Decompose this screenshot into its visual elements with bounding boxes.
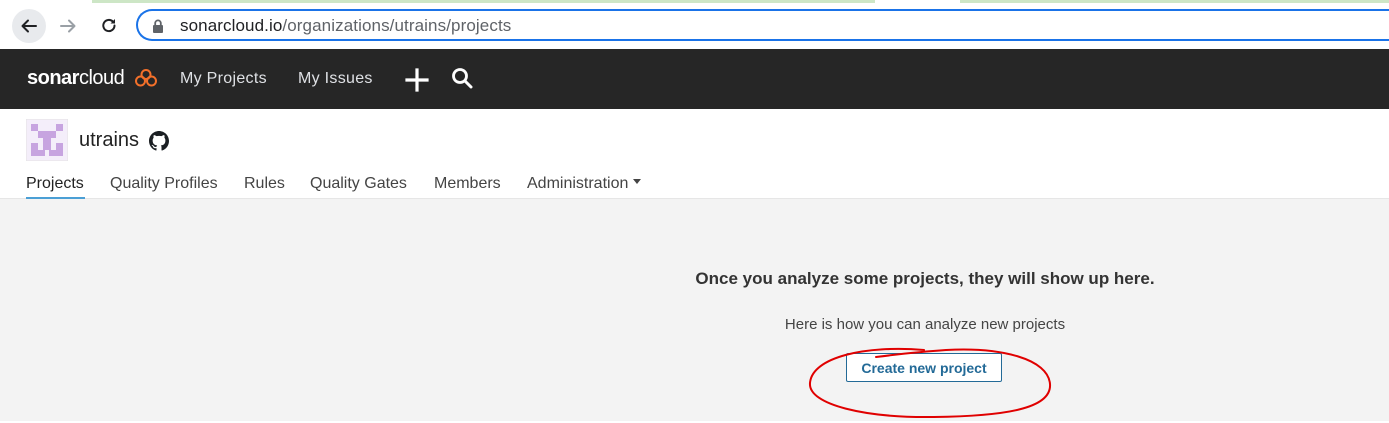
url-host: sonarcloud.io <box>180 16 283 35</box>
address-bar[interactable]: sonarcloud.io/organizations/utrains/proj… <box>136 9 1389 41</box>
reload-button[interactable] <box>92 9 126 43</box>
url-text: sonarcloud.io/organizations/utrains/proj… <box>180 16 511 36</box>
url-path: /organizations/utrains/projects <box>282 16 512 35</box>
empty-state-subtitle: Here is how you can analyze new projects <box>784 316 1066 333</box>
reload-icon <box>102 18 116 33</box>
organization-avatar <box>26 119 68 161</box>
tab-quality-profiles[interactable]: Quality Profiles <box>110 175 218 193</box>
search-icon[interactable] <box>451 67 473 89</box>
caret-down-icon <box>633 179 642 185</box>
arrow-right-icon <box>60 19 76 33</box>
logo-text-bold: sonar <box>27 67 79 89</box>
plus-icon[interactable] <box>405 68 429 92</box>
sonarcloud-cloud-icon <box>135 69 157 87</box>
tab-quality-gates[interactable]: Quality Gates <box>310 175 407 193</box>
organization-header: utrains Projects Quality Profiles Rules … <box>0 109 1389 200</box>
nav-my-projects[interactable]: My Projects <box>180 70 267 88</box>
browser-toolbar: sonarcloud.io/organizations/utrains/proj… <box>0 0 1389 49</box>
tab-members[interactable]: Members <box>434 175 501 193</box>
back-button[interactable] <box>12 9 46 43</box>
tab-rules[interactable]: Rules <box>244 175 285 193</box>
lock-icon <box>153 19 163 33</box>
arrow-left-icon <box>21 19 37 33</box>
forward-button[interactable] <box>51 9 85 43</box>
sonarcloud-logo[interactable]: sonarcloud <box>27 67 125 90</box>
nav-my-issues[interactable]: My Issues <box>298 70 373 88</box>
global-navbar: sonarcloud My Projects My Issues <box>0 49 1389 109</box>
red-circle-annotation <box>808 347 1052 419</box>
tab-strip-edge <box>0 0 1389 3</box>
empty-state-title: Once you analyze some projects, they wil… <box>695 269 1155 288</box>
github-icon[interactable] <box>149 131 169 151</box>
logo-text-light: cloud <box>78 67 125 89</box>
organization-name: utrains <box>79 129 140 151</box>
tab-administration-label: Administration <box>527 175 629 192</box>
projects-main-area: Once you analyze some projects, they wil… <box>0 199 1389 421</box>
tab-projects[interactable]: Projects <box>26 175 84 193</box>
organization-tabs: Projects Quality Profiles Rules Quality … <box>0 175 1389 199</box>
tab-administration[interactable]: Administration <box>527 175 642 193</box>
